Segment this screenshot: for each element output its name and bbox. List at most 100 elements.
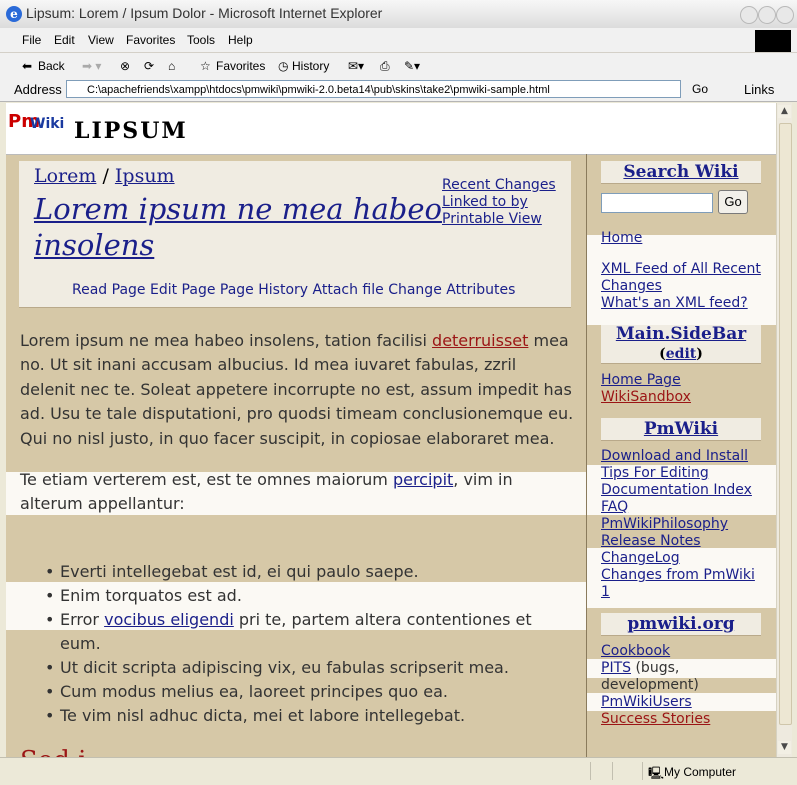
whats-xml-feed-link[interactable]: What's an XML feed? [601, 295, 748, 312]
list-item-text: Error [60, 610, 105, 629]
links-button[interactable]: Links [744, 82, 774, 97]
standard-toolbar: ⬅ Back ➡ ▾ ⊗ ⟳ ⌂ ☆ Favorites ◷ History ✉… [0, 53, 797, 80]
sidebar-edit-link[interactable]: edit [666, 346, 696, 362]
recent-changes-link[interactable]: Recent Changes [442, 177, 556, 194]
pmwiki-philosophy-link[interactable]: PmWikiPhilosophy [601, 516, 728, 533]
list-item-text: Everti intellegebat est id, ei qui paulo… [60, 562, 419, 581]
back-arrow-icon: ⬅ [22, 59, 33, 73]
go-button[interactable]: Go [692, 82, 708, 96]
list-item: Everti intellegebat est id, ei qui paulo… [45, 560, 575, 584]
edit-paren: ) [696, 346, 703, 362]
search-wiki-link[interactable]: Search Wiki [623, 162, 738, 182]
pmwiki-users-link[interactable]: PmWikiUsers [601, 694, 692, 711]
home-icon[interactable]: ⌂ [168, 59, 175, 73]
page-actions: Read Page Edit Page Page History Attach … [72, 282, 515, 298]
windows-logo-icon [755, 30, 791, 52]
internet-explorer-icon: e [6, 6, 22, 22]
history-icon: ◷ [278, 59, 289, 73]
sidebar: Search Wiki Go Home XML Feed of All Rece… [586, 154, 776, 757]
menu-view[interactable]: View [88, 33, 114, 47]
paragraph: Lorem ipsum ne mea habeo insolens, tatio… [20, 329, 576, 451]
mail-icon[interactable]: ✉▾ [348, 59, 364, 73]
menu-tools[interactable]: Tools [187, 33, 215, 47]
vocibus-eligendi-link[interactable]: vocibus eligendi [104, 610, 234, 629]
page-history-link[interactable]: Page History [220, 282, 308, 298]
read-page-link[interactable]: Read Page [72, 282, 146, 298]
favorites-button[interactable]: Favorites [216, 59, 265, 73]
breadcrumb-group-link[interactable]: Lorem [34, 165, 96, 187]
wiki-sandbox-link[interactable]: WikiSandbox [601, 389, 691, 406]
list-item-text: Ut dicit scripta adipiscing vix, eu fabu… [60, 658, 509, 677]
logo-wiki-text: Wiki [30, 116, 65, 132]
changelog-link[interactable]: ChangeLog [601, 550, 680, 567]
menu-favorites[interactable]: Favorites [126, 33, 175, 47]
pmwiki-logo[interactable]: Pm Wiki [8, 111, 76, 141]
pits-link[interactable]: PITS [601, 660, 631, 676]
paragraph: Te etiam verterem est, est te omnes maio… [20, 468, 576, 517]
tips-editing-link[interactable]: Tips For Editing [601, 465, 709, 482]
printable-view-link[interactable]: Printable View [442, 211, 556, 228]
list-item: Error vocibus eligendi pri te, partem al… [45, 608, 575, 656]
attach-file-link[interactable]: Attach file [313, 282, 384, 298]
search-go-button[interactable]: Go [718, 190, 748, 214]
documentation-index-link[interactable]: Documentation Index [601, 482, 752, 499]
forward-button[interactable]: ➡ ▾ [82, 59, 101, 73]
my-computer-icon: 🖳 [648, 766, 665, 780]
edit-icon[interactable]: ✎▾ [404, 59, 420, 73]
breadcrumb: Lorem / Ipsum [34, 165, 175, 187]
scroll-down-icon[interactable]: ▼ [778, 741, 791, 754]
menu-file[interactable]: File [22, 33, 41, 47]
breadcrumb-page-link[interactable]: Ipsum [115, 165, 175, 187]
pmwiki-heading: PmWiki [601, 418, 761, 441]
sidebar-home-link[interactable]: Home [601, 230, 642, 247]
refresh-icon[interactable]: ⟳ [144, 59, 154, 73]
linked-to-by-link[interactable]: Linked to by [442, 194, 556, 211]
change-attributes-link[interactable]: Change Attributes [388, 282, 515, 298]
page-title: Lorem ipsum ne mea habeo insolens [34, 191, 444, 263]
status-divider [590, 762, 591, 780]
site-header: Pm Wiki LIPSUM [6, 103, 776, 155]
faq-link[interactable]: FAQ [601, 499, 628, 516]
back-button[interactable]: Back [38, 59, 65, 73]
success-stories-link[interactable]: Success Stories [601, 711, 710, 728]
menu-bar: File Edit View Favorites Tools Help [0, 28, 797, 53]
scroll-up-icon[interactable]: ▲ [778, 105, 791, 118]
address-input[interactable]: C:\apachefriends\xampp\htdocs\pmwiki\pmw… [66, 80, 681, 98]
deterruisset-link[interactable]: deterruisset [432, 331, 528, 350]
edit-paren: ( [659, 346, 666, 362]
vertical-scrollbar[interactable]: ▲ ▼ [776, 103, 792, 757]
release-notes-link[interactable]: Release Notes [601, 533, 701, 550]
pmwiki-org-heading: pmwiki.org [601, 613, 761, 636]
menu-edit[interactable]: Edit [54, 33, 75, 47]
percipit-link[interactable]: percipit [393, 470, 453, 489]
print-icon[interactable]: ⎙ [380, 59, 390, 74]
xml-feed-link[interactable]: XML Feed of All Recent Changes [601, 261, 766, 295]
address-bar: Address C:\apachefriends\xampp\htdocs\pm… [0, 79, 797, 102]
maximize-button[interactable] [758, 6, 776, 24]
favorites-icon: ☆ [200, 59, 211, 73]
edit-page-link[interactable]: Edit Page [150, 282, 215, 298]
main-sidebar-link[interactable]: Main.SideBar [616, 324, 746, 344]
search-wiki-heading: Search Wiki [601, 161, 761, 184]
pmwiki-link[interactable]: PmWiki [644, 419, 718, 439]
security-zone: My Computer [664, 765, 737, 779]
changes-from-pmwiki1-link[interactable]: Changes from PmWiki 1 [601, 567, 766, 601]
scrollbar-thumb[interactable] [779, 123, 792, 725]
home-page-link[interactable]: Home Page [601, 372, 681, 389]
page-title-link[interactable]: Lorem ipsum ne mea habeo insolens [34, 192, 442, 262]
status-divider [642, 762, 643, 780]
download-install-link[interactable]: Download and Install [601, 448, 748, 465]
minimize-button[interactable] [740, 6, 758, 24]
address-label: Address [14, 82, 62, 97]
list-item-text: Te vim nisl adhuc dicta, mei et labore i… [60, 706, 466, 725]
pmwiki-org-link[interactable]: pmwiki.org [627, 614, 734, 634]
cookbook-link[interactable]: Cookbook [601, 643, 670, 660]
breadcrumb-separator: / [102, 165, 109, 187]
status-bar: 🖳 My Computer [0, 757, 797, 785]
history-button[interactable]: History [292, 59, 329, 73]
menu-help[interactable]: Help [228, 33, 253, 47]
bullet-list: Everti intellegebat est id, ei qui paulo… [45, 560, 575, 728]
stop-icon[interactable]: ⊗ [120, 59, 130, 73]
search-input[interactable] [601, 193, 713, 213]
close-button[interactable] [776, 6, 794, 24]
